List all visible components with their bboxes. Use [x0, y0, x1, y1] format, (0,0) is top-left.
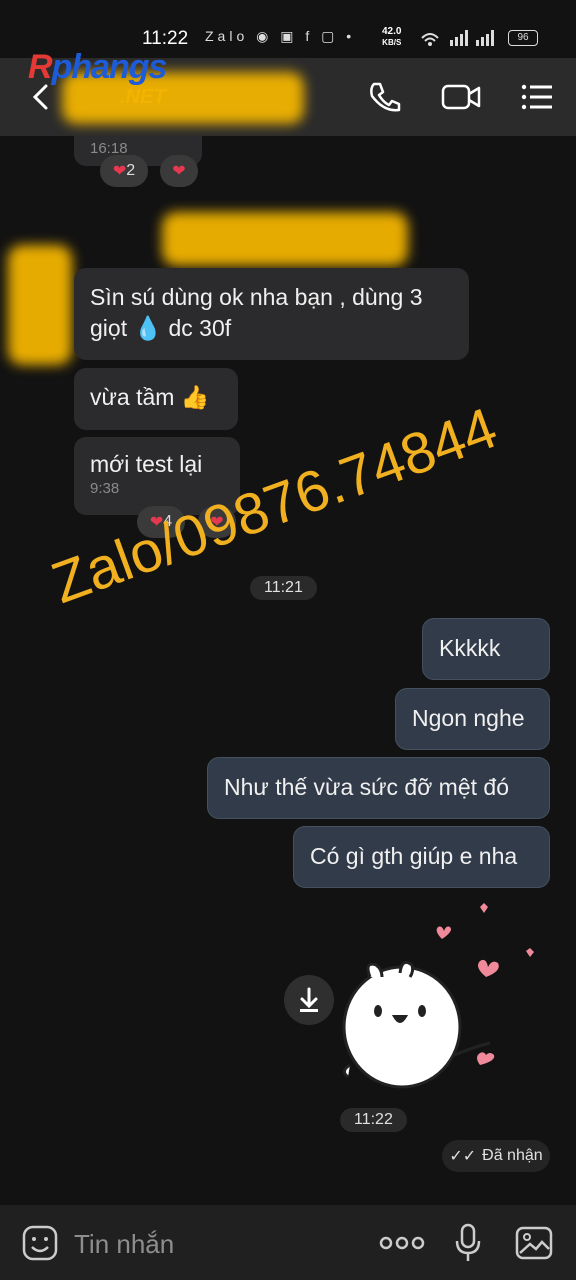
double-check-icon: ✓✓ [449, 1148, 477, 1165]
status-time: 11:22 [142, 28, 189, 49]
emoji-icon[interactable] [20, 1223, 60, 1263]
battery-indicator: 96 [508, 30, 538, 46]
bunny-sticker[interactable] [330, 895, 550, 1105]
message-text: mới test lại [90, 451, 203, 477]
sticker-time: 11:22 [340, 1108, 407, 1132]
message-bubble[interactable]: Kkkkk [422, 618, 550, 680]
video-call-icon[interactable] [440, 76, 482, 118]
message-bubble[interactable]: Như thế vừa sức đỡ mệt đó [207, 757, 550, 819]
message-bubble[interactable]: Ngon nghe [395, 688, 550, 750]
react-button[interactable]: ❤ [160, 155, 198, 187]
signal-icons [421, 30, 494, 46]
download-icon [300, 987, 318, 1012]
download-button[interactable] [284, 975, 334, 1025]
delivery-status: ✓✓ Đã nhận [442, 1140, 550, 1172]
message-input[interactable]: Tin nhắn [74, 1229, 174, 1260]
message-bubble[interactable]: Sìn sú dùng ok nha bạn , dùng 3 giọt 💧 d… [74, 268, 469, 360]
site-logo-net: .NET [120, 86, 166, 108]
menu-list-icon[interactable] [516, 76, 558, 118]
image-gallery-icon[interactable] [514, 1223, 554, 1263]
message-composer: Tin nhắn [0, 1205, 576, 1280]
microphone-icon[interactable] [452, 1223, 484, 1263]
more-options-icon[interactable] [378, 1233, 426, 1253]
site-logo: Rphangs [28, 48, 167, 86]
phone-call-icon[interactable] [364, 76, 406, 118]
message-bubble[interactable]: vừa tầm 👍 [74, 368, 238, 430]
reaction-count[interactable]: ❤ 2 [100, 155, 148, 187]
heart-icon: ❤ [172, 163, 186, 180]
message-bubble[interactable]: Có gì gth giúp e nha [293, 826, 550, 888]
heart-icon: ❤ [112, 163, 127, 180]
notification-icons: Zalo ◉ ▣ f ▢ • [205, 28, 356, 44]
redacted-sender-name [162, 212, 408, 266]
time-divider: 11:21 [250, 576, 317, 600]
network-speed: 42.0 KB/S [382, 26, 402, 47]
redacted-avatar [8, 245, 72, 365]
